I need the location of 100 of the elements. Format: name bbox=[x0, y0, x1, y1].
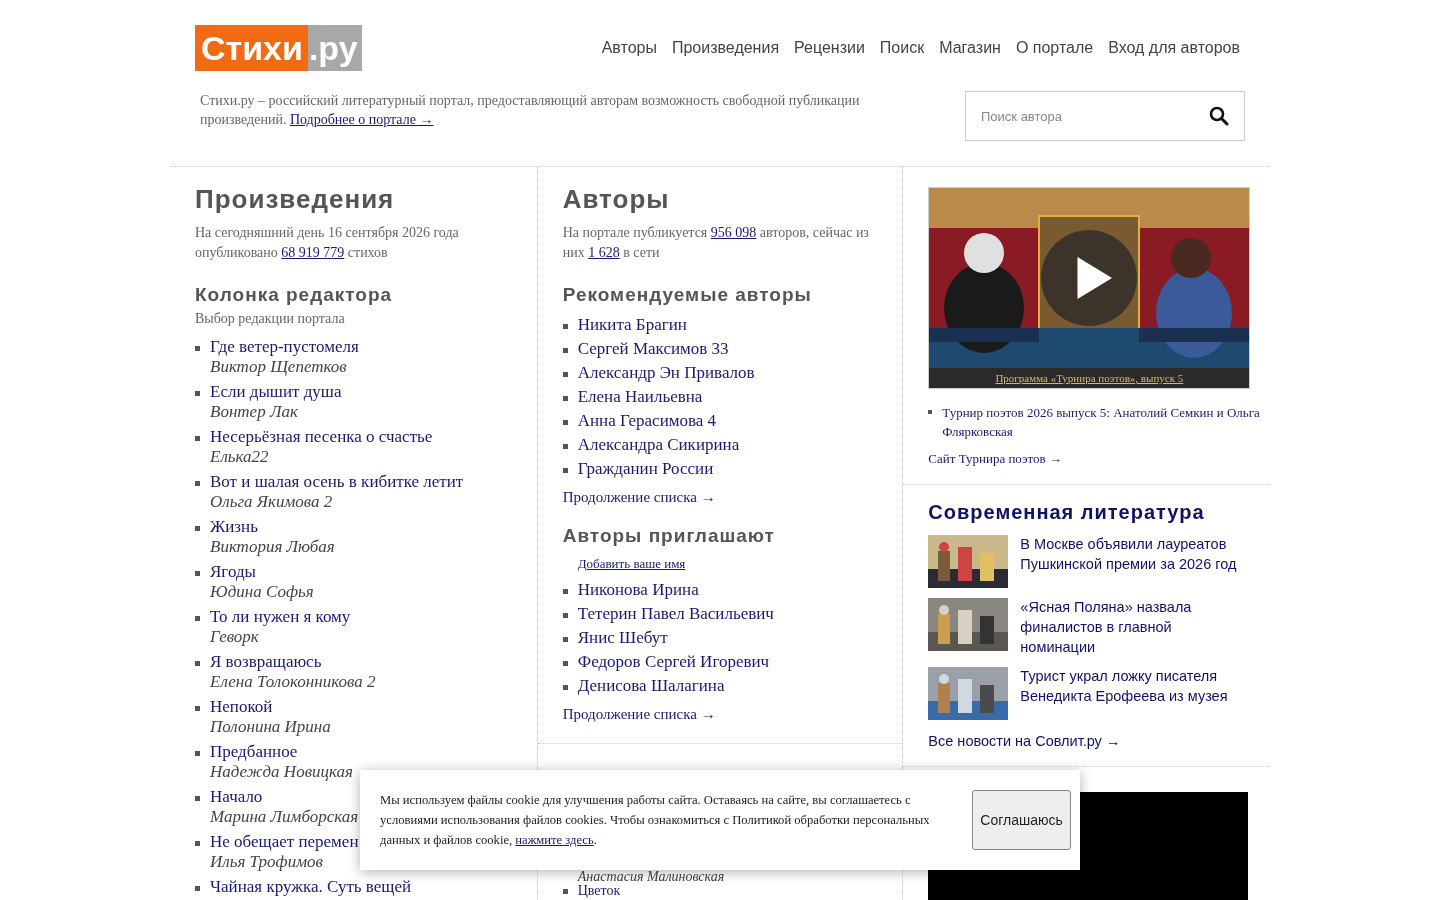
bullet-icon bbox=[562, 396, 568, 401]
poem-author: Елена Толоконникова 2 bbox=[210, 672, 376, 692]
author-link[interactable]: Янис Шебут bbox=[577, 628, 668, 648]
news-link[interactable]: Турист украл ложку писателя Венедикта Ерофеева из музея bbox=[1020, 666, 1246, 720]
author-link[interactable]: Никонова Ирина bbox=[577, 580, 699, 600]
section-heading: Авторы приглашают bbox=[562, 524, 776, 548]
poem-author: Вонтер Лак bbox=[210, 402, 299, 422]
bullet-icon bbox=[562, 348, 568, 353]
section-title: Произведения bbox=[195, 183, 396, 215]
stat-text: На сегодняшний день 16 сентября 2026 года опубликовано 68 919 779 стихов bbox=[195, 224, 460, 262]
author-link[interactable]: Александра Сикирина bbox=[577, 435, 740, 455]
nav-link[interactable]: Магазин bbox=[939, 39, 1001, 57]
poem-link[interactable]: Если дышит душа bbox=[210, 382, 342, 402]
about-link[interactable]: Подробнее о портале → bbox=[289, 112, 434, 127]
bullet-icon bbox=[562, 324, 568, 329]
bullet-icon bbox=[562, 444, 568, 449]
nav-link[interactable]: Вход для авторов bbox=[1108, 39, 1240, 57]
poem-author: Надежда Новицкая bbox=[210, 762, 353, 782]
all-news-link[interactable]: Все новости на Совлит.ру → bbox=[928, 733, 1121, 749]
author-link[interactable]: Александр Эн Привалов bbox=[577, 363, 755, 383]
bullet-icon bbox=[195, 346, 200, 351]
more-link[interactable]: Продолжение списка → bbox=[562, 489, 716, 506]
poem-link[interactable]: Не обещает перемен bbox=[210, 832, 359, 852]
poem-author: Геворк bbox=[210, 627, 260, 647]
section-heading: Рекомендуемые авторы bbox=[562, 283, 813, 307]
section-heading: Современная литература bbox=[928, 501, 1206, 524]
agree-button[interactable]: Соглашаюсь bbox=[972, 790, 1071, 850]
author-link[interactable]: Тетерин Павел Васильевич bbox=[577, 604, 774, 624]
nav-link[interactable]: Произведения bbox=[671, 39, 780, 57]
bullet-icon bbox=[195, 526, 200, 531]
cookie-text: Мы используем файлы cookie для улучшения работы сайта. Оставаясь на сайте, вы соглашаетесь с условиями использования файлов cookies. Чтобы ознакомиться с Политикой обработки персональных данных и файлов cookie, нажмите здесь. bbox=[380, 792, 931, 849]
bullet-icon bbox=[195, 796, 200, 801]
bullet-icon bbox=[562, 685, 568, 690]
nav-link[interactable]: О портале bbox=[1015, 39, 1094, 57]
bullet-icon bbox=[195, 886, 200, 891]
author-link[interactable]: Федоров Сергей Игоревич bbox=[577, 652, 770, 672]
bullet-icon bbox=[562, 372, 568, 377]
bullet-icon bbox=[562, 661, 568, 666]
bullet-icon bbox=[195, 571, 200, 576]
nav-link[interactable]: Авторы bbox=[601, 39, 657, 57]
bullet-icon bbox=[562, 589, 568, 594]
news-link[interactable]: В Москве объявили лауреатов Пушкинской премии за 2026 год bbox=[1020, 534, 1246, 588]
more-link[interactable]: Продолжение списка → bbox=[562, 706, 716, 723]
nav-link[interactable]: Поиск bbox=[879, 39, 925, 57]
bullet-icon bbox=[195, 481, 200, 486]
section-subtitle: Выбор редакции портала bbox=[195, 310, 346, 328]
section-title: Авторы bbox=[562, 183, 671, 215]
poem-link[interactable]: Непокой bbox=[210, 697, 331, 717]
bullet-icon bbox=[195, 706, 200, 711]
search-icon[interactable] bbox=[1209, 106, 1229, 126]
poem-author: Виктор Щепетков bbox=[210, 357, 348, 377]
bullet-icon bbox=[562, 420, 568, 425]
author-link[interactable]: Анна Герасимова 4 bbox=[577, 411, 717, 431]
bullet-icon bbox=[195, 751, 200, 756]
count-link[interactable]: 68 919 779 bbox=[281, 245, 345, 260]
poem-link[interactable]: Цветок bbox=[577, 884, 621, 898]
cookie-link[interactable]: нажмите здесь bbox=[515, 833, 594, 847]
play-icon[interactable] bbox=[1041, 230, 1138, 326]
poem-link[interactable]: То ли нужен я кому bbox=[210, 607, 351, 627]
site-link[interactable]: Сайт Турнира поэтов → bbox=[928, 449, 1062, 468]
poem-author: Полонина Ирина bbox=[210, 717, 331, 737]
poem-link[interactable]: Я возвращаюсь bbox=[210, 652, 376, 672]
author-link[interactable]: Гражданин России bbox=[577, 459, 714, 479]
video-link[interactable]: Турнир поэтов 2026 выпуск 5: Анатолий Семкин и Ольга Флярковская bbox=[942, 403, 1270, 441]
bullet-icon bbox=[195, 661, 200, 666]
poem-link[interactable]: Жизнь bbox=[210, 517, 335, 537]
add-name-link[interactable]: Добавить ваше имя bbox=[577, 556, 686, 572]
poem-link[interactable]: Вот и шалая осень в кибитке летит bbox=[210, 472, 464, 492]
author-link[interactable]: Денисова Шалагина bbox=[577, 676, 725, 696]
poem-link[interactable]: Ягоды bbox=[210, 562, 314, 582]
nav-link[interactable]: Рецензии bbox=[794, 39, 865, 57]
poem-author: Ольга Якимова 2 bbox=[210, 492, 334, 512]
stat-text: На портале публикуется 956 098 авторов, сейчас из них 1 628 в сети bbox=[562, 224, 870, 262]
search-field[interactable]: Поиск автора bbox=[965, 91, 1245, 141]
poem-author: Илья Трофимов bbox=[210, 852, 324, 872]
poem-link[interactable]: Предбанное bbox=[210, 742, 353, 762]
bullet-icon bbox=[562, 468, 568, 473]
count-link[interactable]: 1 628 bbox=[588, 245, 620, 260]
bullet-icon bbox=[562, 889, 568, 894]
bullet-icon bbox=[195, 436, 200, 441]
poem-author: Юдина Софья bbox=[210, 582, 314, 602]
bullet-icon bbox=[195, 616, 200, 621]
count-link[interactable]: 956 098 bbox=[710, 225, 757, 240]
bullet-icon bbox=[562, 613, 568, 618]
poem-author: Анастасия Малиновская bbox=[576, 870, 726, 884]
intro-text: Стихи.ру – российский литературный портал, предоставляющий авторам возможность свободной публикации произведений. Подробнее о портале → bbox=[200, 92, 861, 129]
bullet-icon bbox=[562, 637, 568, 642]
bullet-icon bbox=[195, 391, 200, 396]
poem-author: Виктория Любая bbox=[210, 537, 335, 557]
poem-link[interactable]: Где ветер-пустомеля bbox=[210, 337, 359, 357]
news-link[interactable]: «Ясная Поляна» назвала финалистов в главной номинации bbox=[1020, 597, 1246, 657]
bullet-icon bbox=[195, 841, 200, 846]
author-link[interactable]: Никита Брагин bbox=[577, 315, 687, 335]
poem-link[interactable]: Несерьёзная песенка о счастье bbox=[210, 427, 433, 447]
poem-link[interactable]: Чайная кружка. Суть вещей bbox=[210, 877, 412, 897]
video-player[interactable]: Программа «Турнира поэтов», выпуск 5 bbox=[928, 187, 1251, 389]
author-link[interactable]: Елена Наильевна bbox=[577, 387, 703, 407]
author-link[interactable]: Сергей Максимов 33 bbox=[577, 339, 729, 359]
poem-author: Марина Лимборская bbox=[210, 807, 359, 827]
poem-link[interactable]: Начало bbox=[210, 787, 359, 807]
